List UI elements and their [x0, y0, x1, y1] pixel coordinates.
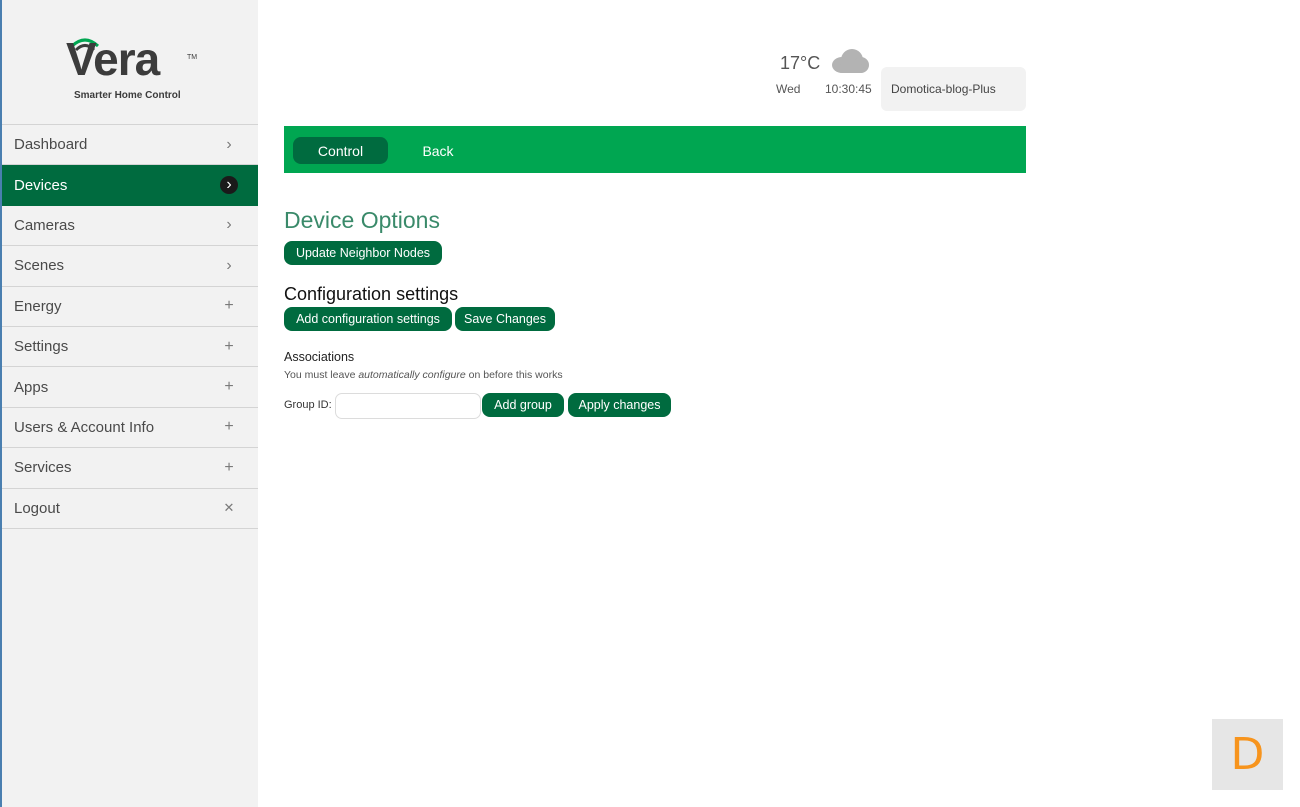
back-button[interactable]: Back	[409, 137, 467, 164]
note-emphasis: automatically configure	[358, 369, 466, 381]
sidebar-item-label: Users & Account Info	[14, 418, 155, 436]
weekday: Wed	[776, 82, 801, 96]
configuration-settings-heading: Configuration settings	[284, 284, 459, 304]
note-text: You must leave	[284, 369, 359, 381]
group-id-input[interactable]	[335, 393, 481, 419]
unit-selector[interactable]: Domotica-blog-Plus	[881, 67, 1026, 111]
sidebar-item-dashboard[interactable]: Dashboard ›	[2, 125, 258, 166]
chevron-right-icon: ›	[226, 135, 232, 153]
sidebar-item-label: Logout	[14, 499, 60, 517]
temperature: 17°C	[780, 53, 821, 73]
control-button[interactable]: Control	[293, 137, 388, 164]
close-icon: ✕	[223, 500, 235, 516]
chevron-right-icon: ›	[226, 216, 232, 234]
associations-heading: Associations	[284, 350, 355, 364]
sidebar-item-label: Devices	[14, 176, 68, 194]
sidebar-item-cameras[interactable]: Cameras ›	[2, 206, 258, 247]
chevron-right-icon: ›	[220, 176, 238, 195]
sidebar-item-label: Scenes	[14, 257, 65, 275]
group-id-label: Group ID:	[284, 399, 332, 411]
sidebar-item-logout[interactable]: Logout ✕	[2, 489, 258, 529]
add-group-button[interactable]: Add group	[482, 393, 564, 417]
update-neighbor-nodes-button[interactable]: Update Neighbor Nodes	[284, 241, 442, 265]
plus-icon: +	[224, 418, 234, 436]
plus-icon: +	[224, 297, 234, 315]
note-text: on before this works	[465, 369, 563, 381]
plus-icon: +	[224, 337, 234, 355]
sidebar-item-services[interactable]: Services +	[2, 448, 258, 489]
sidebar-item-label: Dashboard	[14, 136, 88, 154]
sidebar-item-scenes[interactable]: Scenes ›	[2, 246, 258, 287]
device-toolbar: Control Back	[284, 126, 1026, 173]
plus-icon: +	[224, 378, 234, 396]
sidebar-item-label: Energy	[14, 297, 62, 315]
sidebar-nav: Dashboard › Devices › Cameras › Scenes ›…	[2, 124, 258, 529]
sidebar-item-apps[interactable]: Apps +	[2, 367, 258, 408]
add-configuration-settings-button[interactable]: Add configuration settings	[284, 307, 452, 331]
logo-wordmark: Vera	[66, 33, 160, 85]
sidebar-item-label: Services	[14, 459, 72, 477]
apply-changes-button[interactable]: Apply changes	[568, 393, 671, 417]
sidebar-item-users-account-info[interactable]: Users & Account Info +	[2, 408, 258, 449]
sidebar-item-label: Settings	[14, 338, 69, 356]
save-changes-button[interactable]: Save Changes	[455, 307, 555, 331]
vera-logo: Vera TM Smarter Home Control	[2, 0, 258, 124]
sidebar-item-energy[interactable]: Energy +	[2, 287, 258, 327]
plus-icon: +	[224, 458, 234, 476]
page-title: Device Options	[284, 207, 440, 233]
cloud-icon	[832, 49, 869, 73]
d-badge[interactable]: D	[1212, 719, 1283, 790]
logo-tagline: Smarter Home Control	[74, 90, 181, 101]
logo-trademark: TM	[187, 54, 198, 61]
sidebar-item-label: Cameras	[14, 216, 75, 234]
associations-note: You must leave automatically configure o…	[284, 369, 563, 381]
sidebar: Vera TM Smarter Home Control Dashboard ›…	[0, 0, 258, 807]
clock: 10:30:45	[825, 82, 872, 96]
sidebar-item-settings[interactable]: Settings +	[2, 327, 258, 368]
sidebar-item-devices[interactable]: Devices ›	[2, 165, 258, 206]
sidebar-item-label: Apps	[14, 378, 49, 396]
chevron-right-icon: ›	[226, 256, 232, 274]
